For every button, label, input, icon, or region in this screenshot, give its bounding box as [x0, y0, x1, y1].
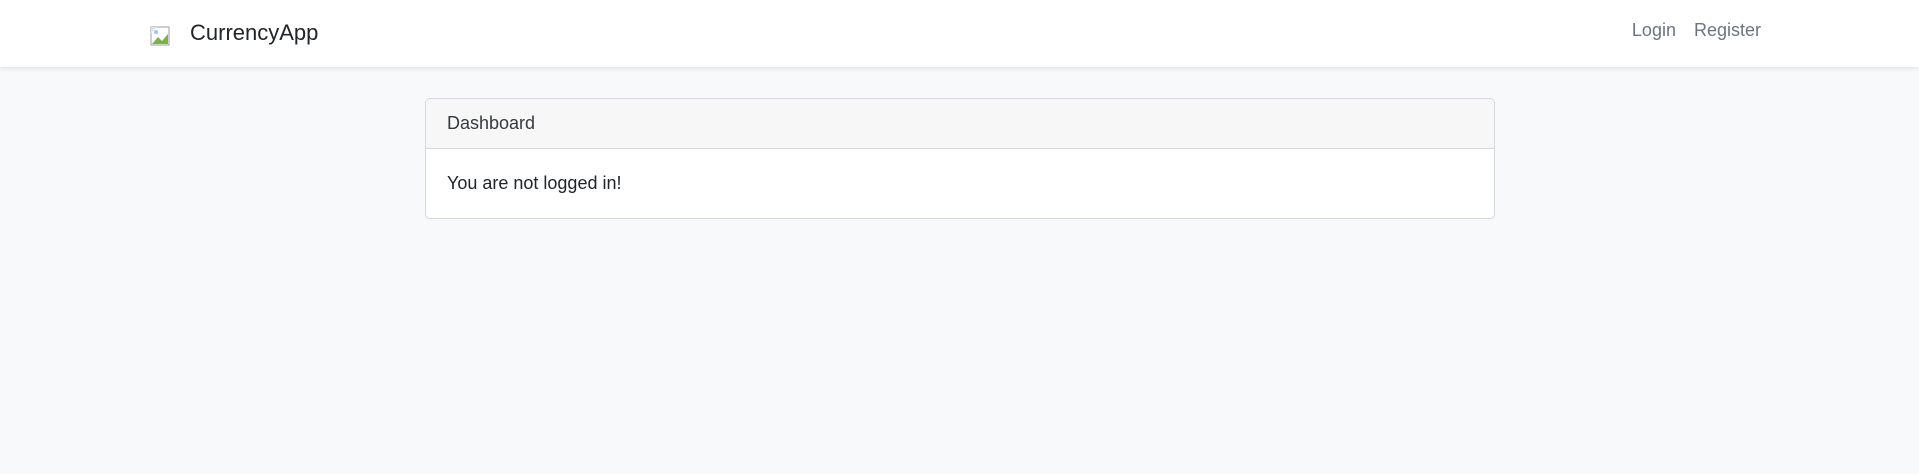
brand-name: CurrencyApp [190, 20, 319, 45]
card-body: You are not logged in! [426, 149, 1494, 218]
broken-image-icon [150, 26, 170, 46]
card-header: Dashboard [426, 99, 1494, 149]
brand-link[interactable]: CurrencyApp [150, 17, 318, 49]
register-link[interactable]: Register [1694, 20, 1761, 41]
login-link[interactable]: Login [1632, 20, 1676, 41]
nav-links: Login Register [1632, 20, 1761, 41]
top-navbar: CurrencyApp Login Register [0, 0, 1919, 67]
dashboard-card: Dashboard You are not logged in! [425, 98, 1495, 219]
not-logged-in-message: You are not logged in! [447, 173, 622, 193]
